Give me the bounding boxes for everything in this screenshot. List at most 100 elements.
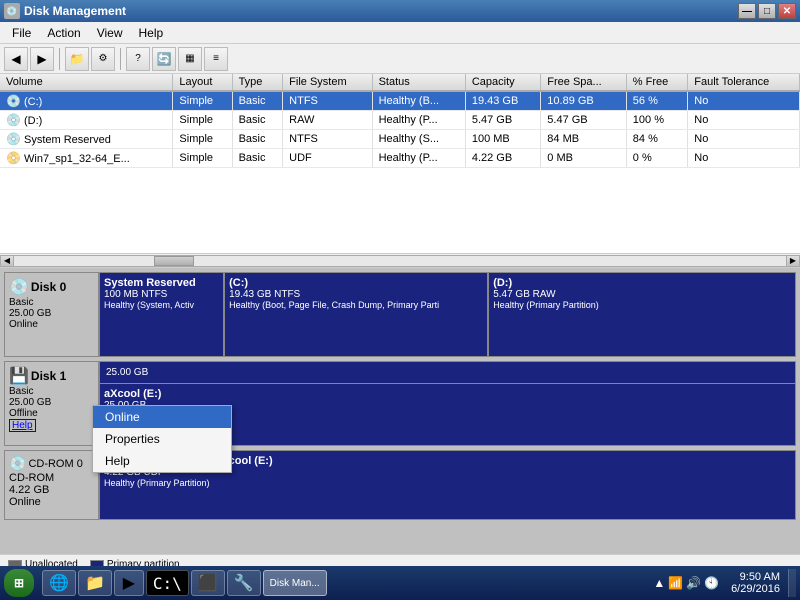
disk0-partition-d[interactable]: (D:) 5.47 GB RAW Healthy (Primary Partit… <box>489 273 795 356</box>
disk0-partition-c[interactable]: (C:) 19.43 GB NTFS Healthy (Boot, Page F… <box>225 273 489 356</box>
cell-type: Basic <box>232 111 283 130</box>
p0-c-size: 19.43 GB NTFS <box>229 289 483 300</box>
col-fault[interactable]: Fault Tolerance <box>688 74 800 91</box>
menu-bar: File Action View Help <box>0 22 800 44</box>
menu-file[interactable]: File <box>4 24 39 42</box>
col-capacity[interactable]: Capacity <box>465 74 540 91</box>
window-title: Disk Management <box>24 4 738 18</box>
cell-layout: Simple <box>173 130 232 149</box>
extra-button-1[interactable]: ▦ <box>178 47 202 71</box>
cdrom0-type: CD-ROM <box>9 472 94 484</box>
table-row[interactable]: 💿 (D:) Simple Basic RAW Healthy (P... 5.… <box>0 111 800 130</box>
cdrom-part-status: Healthy (Primary Partition) <box>104 478 791 488</box>
disk0-partition-sysreserved[interactable]: System Reserved 100 MB NTFS Healthy (Sys… <box>100 273 225 356</box>
window: 💿 Disk Management — □ ✕ File Action View… <box>0 0 800 600</box>
cell-status: Healthy (B... <box>372 91 465 111</box>
disk0-row: 💿 Disk 0 Basic 25.00 GB Online System Re… <box>4 272 796 357</box>
app-icon: 💿 <box>4 3 20 19</box>
disk0-type: Basic <box>9 297 94 308</box>
disk1-size-label: 25.00 GB <box>106 367 148 378</box>
disk-table: Volume Layout Type File System Status Ca… <box>0 74 800 168</box>
ctx-properties[interactable]: Properties <box>93 428 231 450</box>
back-button[interactable]: ◀ <box>4 47 28 71</box>
p0-sysreserved-name: System Reserved <box>104 277 219 289</box>
horizontal-scrollbar[interactable]: ◀ ▶ <box>0 254 800 268</box>
cell-free: 84 MB <box>541 130 627 149</box>
help-button[interactable]: ? <box>126 47 150 71</box>
cell-capacity: 4.22 GB <box>465 149 540 168</box>
title-bar: 💿 Disk Management — □ ✕ <box>0 0 800 22</box>
window-controls: — □ ✕ <box>738 3 796 19</box>
cell-fault: No <box>688 91 800 111</box>
table-row[interactable]: 💿 (C:) Simple Basic NTFS Healthy (B... 1… <box>0 91 800 111</box>
table-row[interactable]: 📀 Win7_sp1_32-64_E... Simple Basic UDF H… <box>0 149 800 168</box>
refresh-button[interactable]: 🔄 <box>152 47 176 71</box>
start-button[interactable]: ⊞ <box>4 569 34 597</box>
taskbar-app-media[interactable]: ▶ <box>114 570 144 596</box>
cdrom0-status: Online <box>9 496 94 508</box>
minimize-button[interactable]: — <box>738 3 756 19</box>
cell-pct: 100 % <box>626 111 687 130</box>
menu-view[interactable]: View <box>89 24 131 42</box>
menu-action[interactable]: Action <box>39 24 88 42</box>
cell-layout: Simple <box>173 111 232 130</box>
extra-button-2[interactable]: ≡ <box>204 47 228 71</box>
disk0-status: Online <box>9 319 94 330</box>
taskbar-app-cmd[interactable]: C:\ <box>146 570 189 596</box>
toolbar: ◀ ▶ 📁 ⚙ ? 🔄 ▦ ≡ <box>0 44 800 74</box>
ctx-online-label: Online <box>105 410 140 424</box>
cell-fs: NTFS <box>283 130 372 149</box>
taskbar-app-snap[interactable]: ⬛ <box>191 570 225 596</box>
menu-help[interactable]: Help <box>131 24 172 42</box>
ctx-properties-label: Properties <box>105 432 160 446</box>
cdrom0-label: 💿 CD-ROM 0 CD-ROM 4.22 GB Online <box>4 450 99 520</box>
cdrom0-name: CD-ROM 0 <box>28 458 82 470</box>
ctx-help[interactable]: Help <box>93 450 231 472</box>
up-button[interactable]: 📁 <box>65 47 89 71</box>
ctx-online[interactable]: Online <box>93 406 231 428</box>
col-volume[interactable]: Volume <box>0 74 173 91</box>
taskbar-app-explorer[interactable]: 📁 <box>78 570 112 596</box>
taskbar-app-ie[interactable]: 🌐 <box>42 570 76 596</box>
ctx-help-label: Help <box>105 454 130 468</box>
cell-fault: No <box>688 130 800 149</box>
tray-arrow[interactable]: ▲ <box>653 576 665 590</box>
col-layout[interactable]: Layout <box>173 74 232 91</box>
cell-fault: No <box>688 111 800 130</box>
close-button[interactable]: ✕ <box>778 3 796 19</box>
cell-status: Healthy (S... <box>372 130 465 149</box>
tray-volume[interactable]: 🔊 <box>686 576 701 590</box>
tray-network[interactable]: 📶 <box>668 576 683 590</box>
col-pct[interactable]: % Free <box>626 74 687 91</box>
maximize-button[interactable]: □ <box>758 3 776 19</box>
forward-button[interactable]: ▶ <box>30 47 54 71</box>
col-free[interactable]: Free Spa... <box>541 74 627 91</box>
cell-pct: 56 % <box>626 91 687 111</box>
taskbar-app-tools[interactable]: 🔧 <box>227 570 261 596</box>
clock: 9:50 AM 6/29/2016 <box>727 571 784 595</box>
col-type[interactable]: Type <box>232 74 283 91</box>
cell-fs: UDF <box>283 149 372 168</box>
taskbar: ⊞ 🌐 📁 ▶ C:\ ⬛ 🔧 Disk Man... ▲ 📶 🔊 🕙 9:50… <box>0 566 800 600</box>
col-status[interactable]: Status <box>372 74 465 91</box>
table-area: Volume Layout Type File System Status Ca… <box>0 74 800 254</box>
col-fs[interactable]: File System <box>283 74 372 91</box>
cell-capacity: 100 MB <box>465 130 540 149</box>
cell-free: 0 MB <box>541 149 627 168</box>
disk1-help-link[interactable]: Help <box>9 419 36 432</box>
p0-c-status: Healthy (Boot, Page File, Crash Dump, Pr… <box>229 300 483 310</box>
cell-pct: 84 % <box>626 130 687 149</box>
cell-status: Healthy (P... <box>372 111 465 130</box>
disk1-top-bar: 25.00 GB <box>100 362 795 384</box>
disk1-status: Offline <box>9 408 94 419</box>
table-row[interactable]: 💿 System Reserved Simple Basic NTFS Heal… <box>0 130 800 149</box>
show-desktop-button[interactable] <box>788 569 796 597</box>
cell-type: Basic <box>232 130 283 149</box>
disk1-size: 25.00 GB <box>9 397 94 408</box>
disk0-label: 💿 Disk 0 Basic 25.00 GB Online <box>4 272 99 357</box>
properties-button[interactable]: ⚙ <box>91 47 115 71</box>
p0-d-name: (D:) <box>493 277 791 289</box>
cell-fs: NTFS <box>283 91 372 111</box>
clock-date: 6/29/2016 <box>731 583 780 595</box>
taskbar-app-diskmgmt[interactable]: Disk Man... <box>263 570 327 596</box>
